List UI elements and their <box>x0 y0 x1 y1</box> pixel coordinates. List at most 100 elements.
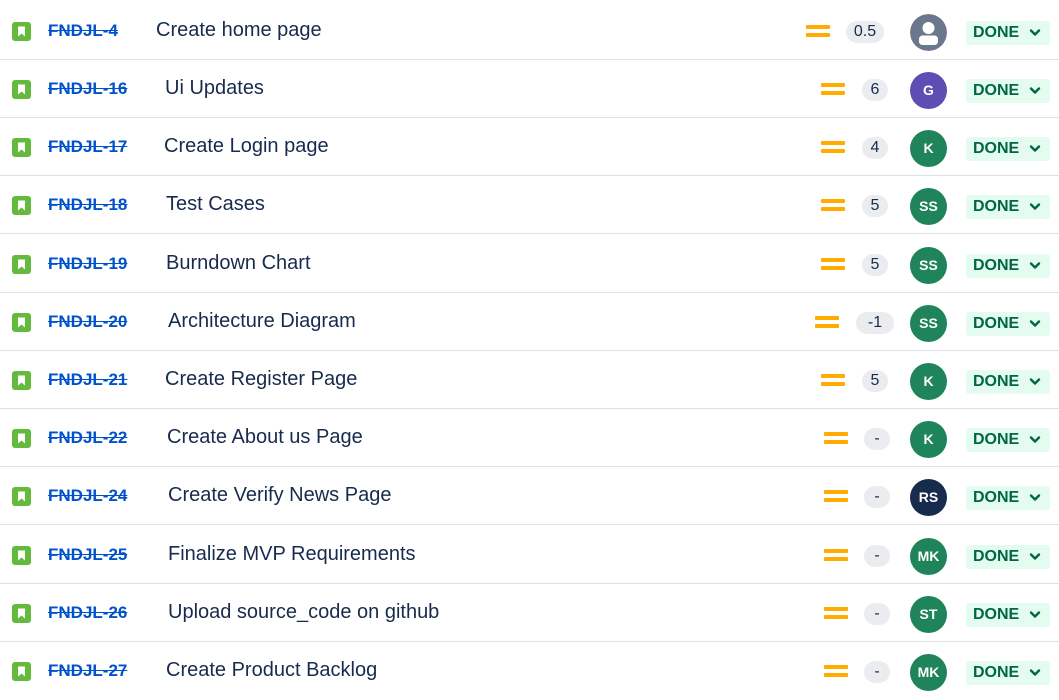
assignee-avatar[interactable]: MK <box>910 654 947 691</box>
priority-medium-icon <box>821 81 845 97</box>
story-points-badge[interactable]: 5 <box>862 370 888 392</box>
status-label: DONE <box>973 431 1020 448</box>
priority-medium-icon <box>815 314 839 330</box>
status-dropdown[interactable]: DONE <box>966 254 1050 278</box>
assignee-avatar[interactable]: K <box>910 363 947 400</box>
issue-list: FNDJL-4 Create home page 0.5 DONE FNDJL-… <box>0 0 1059 694</box>
status-dropdown[interactable]: DONE <box>966 486 1050 510</box>
issue-row[interactable]: FNDJL-21 Create Register Page 5 K DONE <box>0 351 1059 409</box>
issue-row[interactable]: FNDJL-20 Architecture Diagram -1 SS DONE <box>0 293 1059 351</box>
issue-row[interactable]: FNDJL-4 Create home page 0.5 DONE <box>0 2 1059 60</box>
issue-summary[interactable]: Finalize MVP Requirements <box>168 543 416 566</box>
assignee-avatar[interactable]: RS <box>910 479 947 516</box>
assignee-avatar[interactable]: SS <box>910 305 947 342</box>
story-type-icon <box>12 662 31 681</box>
priority-medium-icon <box>824 547 848 563</box>
story-type-icon <box>12 22 31 41</box>
story-type-icon <box>12 138 31 157</box>
status-dropdown[interactable]: DONE <box>966 195 1050 219</box>
issue-row[interactable]: FNDJL-24 Create Verify News Page - RS DO… <box>0 467 1059 525</box>
story-type-icon <box>12 196 31 215</box>
story-points-badge[interactable]: - <box>864 661 890 683</box>
issue-row[interactable]: FNDJL-25 Finalize MVP Requirements - MK … <box>0 526 1059 584</box>
story-points-badge[interactable]: 4 <box>862 137 888 159</box>
status-dropdown[interactable]: DONE <box>966 603 1050 627</box>
issue-summary[interactable]: Create Login page <box>164 135 329 158</box>
issue-key-link[interactable]: FNDJL-27 <box>48 661 127 681</box>
issue-key-link[interactable]: FNDJL-17 <box>48 137 127 157</box>
story-type-icon <box>12 255 31 274</box>
issue-summary[interactable]: Test Cases <box>166 193 265 216</box>
issue-summary[interactable]: Create About us Page <box>167 426 363 449</box>
issue-row[interactable]: FNDJL-19 Burndown Chart 5 SS DONE <box>0 235 1059 293</box>
issue-summary[interactable]: Create Product Backlog <box>166 659 377 682</box>
issue-summary[interactable]: Burndown Chart <box>166 252 311 275</box>
status-dropdown[interactable]: DONE <box>966 21 1050 45</box>
issue-summary[interactable]: Upload source_code on github <box>168 601 439 624</box>
issue-summary[interactable]: Create Verify News Page <box>168 484 391 507</box>
issue-key-link[interactable]: FNDJL-21 <box>48 370 127 390</box>
story-points-badge[interactable]: 5 <box>862 195 888 217</box>
issue-key-link[interactable]: FNDJL-20 <box>48 312 127 332</box>
story-points-badge[interactable]: 5 <box>862 254 888 276</box>
assignee-avatar[interactable]: SS <box>910 247 947 284</box>
story-points-badge[interactable]: - <box>864 486 890 508</box>
issue-row[interactable]: FNDJL-27 Create Product Backlog - MK DON… <box>0 642 1059 700</box>
story-type-icon <box>12 546 31 565</box>
status-dropdown[interactable]: DONE <box>966 661 1050 685</box>
assignee-avatar[interactable]: K <box>910 421 947 458</box>
story-points-badge[interactable]: - <box>864 603 890 625</box>
assignee-avatar[interactable]: K <box>910 130 947 167</box>
status-label: DONE <box>973 198 1020 215</box>
status-label: DONE <box>973 24 1020 41</box>
issue-row[interactable]: FNDJL-16 Ui Updates 6 G DONE <box>0 60 1059 118</box>
story-type-icon <box>12 429 31 448</box>
priority-medium-icon <box>821 256 845 272</box>
assignee-avatar[interactable]: G <box>910 72 947 109</box>
status-dropdown[interactable]: DONE <box>966 312 1050 336</box>
issue-key-link[interactable]: FNDJL-25 <box>48 545 127 565</box>
issue-row[interactable]: FNDJL-22 Create About us Page - K DONE <box>0 409 1059 467</box>
priority-medium-icon <box>824 663 848 679</box>
assignee-avatar[interactable]: ST <box>910 596 947 633</box>
assignee-avatar[interactable]: MK <box>910 538 947 575</box>
issue-summary[interactable]: Architecture Diagram <box>168 310 356 333</box>
issue-key-link[interactable]: FNDJL-22 <box>48 428 127 448</box>
status-dropdown[interactable]: DONE <box>966 545 1050 569</box>
story-points-badge[interactable]: - <box>864 428 890 450</box>
issue-key-link[interactable]: FNDJL-16 <box>48 79 127 99</box>
issue-row[interactable]: FNDJL-17 Create Login page 4 K DONE <box>0 118 1059 176</box>
issue-summary[interactable]: Create home page <box>156 19 322 42</box>
priority-medium-icon <box>806 23 830 39</box>
issue-key-link[interactable]: FNDJL-24 <box>48 486 127 506</box>
status-dropdown[interactable]: DONE <box>966 370 1050 394</box>
assignee-avatar[interactable] <box>910 14 947 51</box>
issue-key-link[interactable]: FNDJL-19 <box>48 254 127 274</box>
status-dropdown[interactable]: DONE <box>966 137 1050 161</box>
story-points-badge[interactable]: 6 <box>862 79 888 101</box>
chevron-down-icon <box>1029 29 1041 36</box>
issue-key-link[interactable]: FNDJL-26 <box>48 603 127 623</box>
story-points-badge[interactable]: -1 <box>856 312 894 334</box>
status-label: DONE <box>973 373 1020 390</box>
story-type-icon <box>12 371 31 390</box>
priority-medium-icon <box>821 139 845 155</box>
issue-key-link[interactable]: FNDJL-18 <box>48 195 127 215</box>
chevron-down-icon <box>1029 87 1041 94</box>
status-dropdown[interactable]: DONE <box>966 428 1050 452</box>
chevron-down-icon <box>1029 553 1041 560</box>
issue-summary[interactable]: Create Register Page <box>165 368 357 391</box>
issue-row[interactable]: FNDJL-26 Upload source_code on github - … <box>0 584 1059 642</box>
status-dropdown[interactable]: DONE <box>966 79 1050 103</box>
story-points-badge[interactable]: - <box>864 545 890 567</box>
chevron-down-icon <box>1029 378 1041 385</box>
issue-summary[interactable]: Ui Updates <box>165 77 264 100</box>
status-label: DONE <box>973 315 1020 332</box>
priority-medium-icon <box>824 488 848 504</box>
chevron-down-icon <box>1029 145 1041 152</box>
issue-key-link[interactable]: FNDJL-4 <box>48 21 118 41</box>
assignee-avatar[interactable]: SS <box>910 188 947 225</box>
story-points-badge[interactable]: 0.5 <box>846 21 884 43</box>
issue-row[interactable]: FNDJL-18 Test Cases 5 SS DONE <box>0 176 1059 234</box>
priority-medium-icon <box>821 372 845 388</box>
